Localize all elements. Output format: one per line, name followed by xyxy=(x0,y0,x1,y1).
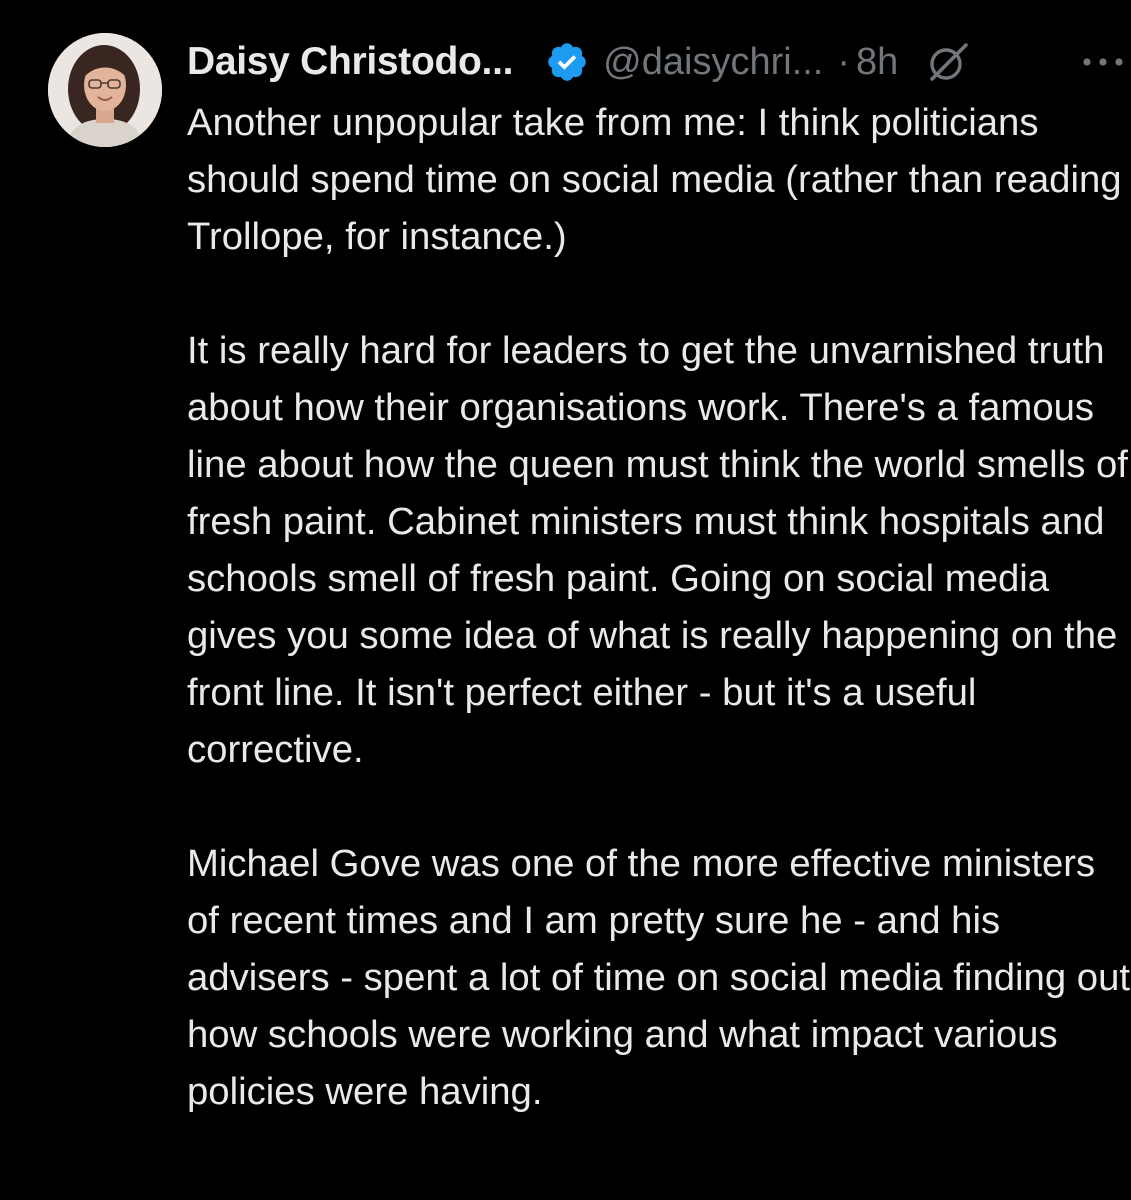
avatar-photo xyxy=(48,33,162,147)
post-paragraph: It is really hard for leaders to get the… xyxy=(187,329,1128,771)
grok-icon[interactable] xyxy=(924,39,970,85)
post-paragraph: Michael Gove was one of the more effecti… xyxy=(187,842,1131,1113)
separator-dot: · xyxy=(837,40,851,83)
post-timestamp[interactable]: 8h xyxy=(856,41,898,84)
avatar[interactable] xyxy=(48,33,162,147)
tweet[interactable]: Daisy Christodo... @daisychri... · 8h An… xyxy=(0,0,1131,1200)
author-handle[interactable]: @daisychri... xyxy=(603,41,823,84)
verified-badge-icon[interactable] xyxy=(545,40,589,84)
more-options-icon[interactable] xyxy=(1075,52,1131,72)
post-paragraph: Another unpopular take from me: I think … xyxy=(187,101,1122,258)
post-header: Daisy Christodo... @daisychri... · 8h xyxy=(187,34,1131,90)
display-name[interactable]: Daisy Christodo... xyxy=(187,40,513,84)
post-text: Another unpopular take from me: I think … xyxy=(187,94,1131,1120)
